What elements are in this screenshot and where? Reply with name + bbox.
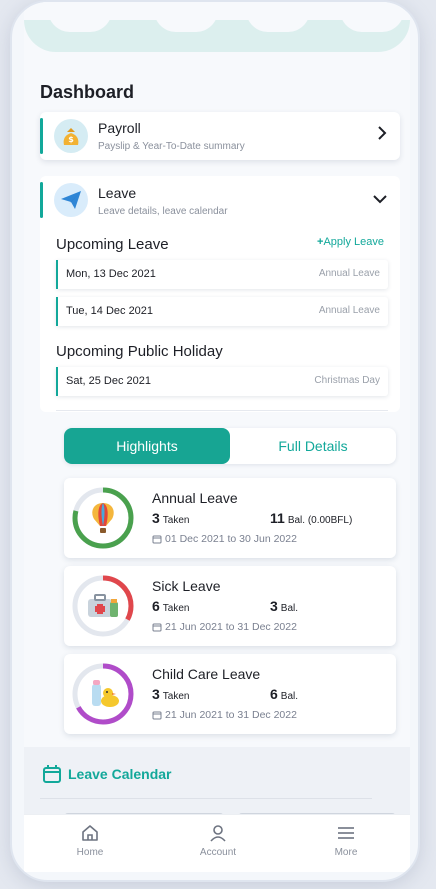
status-area: [24, 2, 410, 52]
leave-type-name: Child Care Leave: [152, 666, 261, 682]
nav-account[interactable]: Account: [178, 823, 258, 858]
leave-type: Annual Leave: [318, 305, 380, 316]
nav-home[interactable]: Home: [50, 823, 130, 858]
chevron-down-icon[interactable]: [372, 192, 388, 210]
upcoming-leave-title: Upcoming Leave: [56, 236, 169, 253]
upcoming-holiday-title: Upcoming Public Holiday: [56, 343, 223, 360]
tab-full-details[interactable]: Full Details: [230, 428, 396, 464]
tab-highlights[interactable]: Highlights: [64, 428, 230, 464]
leave-type: Annual Leave: [318, 268, 380, 279]
taken-count: 3: [152, 510, 160, 526]
row-accent: [56, 297, 58, 326]
balance-count: 11: [270, 510, 285, 526]
leave-type-name: Annual Leave: [152, 490, 238, 506]
leave-taken: 3 Taken: [152, 686, 189, 702]
leave-balance: 6 Bal.: [270, 686, 298, 702]
home-icon: [82, 825, 98, 841]
leave-period: 21 Jun 2021 to 31 Dec 2022: [152, 621, 297, 633]
calendar-icon: [42, 764, 62, 789]
leave-balance: 11 Bal. (0.00BFL): [270, 510, 352, 526]
divider: [40, 798, 372, 799]
calendar-small-icon: [152, 711, 162, 720]
list-item[interactable]: Sat, 25 Dec 2021 Christmas Day: [56, 367, 388, 396]
nav-home-label: Home: [76, 847, 104, 858]
nav-account-label: Account: [199, 847, 237, 858]
phone-frame: Dashboard $ Payroll Payslip & Year-To-Da…: [10, 0, 420, 882]
baby-bottle-duck-icon: [83, 674, 123, 719]
taken-label: Taken: [162, 691, 190, 702]
leave-card: Leave Leave details, leave calendar Upco…: [40, 176, 400, 412]
holiday-date: Sat, 25 Dec 2021: [66, 375, 152, 387]
taken-count: 6: [152, 598, 160, 614]
balance-label: Bal.: [280, 603, 299, 614]
menu-icon: [338, 827, 354, 839]
list-item[interactable]: Tue, 14 Dec 2021 Annual Leave: [56, 297, 388, 326]
list-item[interactable]: Mon, 13 Dec 2021 Annual Leave: [56, 260, 388, 289]
balance-label: Bal. (0.00BFL): [287, 515, 353, 526]
money-bag-icon: $: [54, 119, 88, 153]
screen: Dashboard $ Payroll Payslip & Year-To-Da…: [24, 2, 410, 872]
leave-highlight-card[interactable]: Child Care Leave 3 Taken 6 Bal. 21 Jun 2021 t…: [64, 654, 396, 734]
hot-air-balloon-icon: [83, 498, 123, 543]
bottom-nav: Home Account More: [24, 814, 410, 872]
leave-balance: 3 Bal.: [270, 598, 298, 614]
calendar-small-icon: [152, 623, 162, 632]
balance-count: 3: [270, 598, 278, 614]
balance-label: Bal.: [280, 691, 299, 702]
apply-leave-label: Apply Leave: [323, 236, 384, 248]
row-accent: [56, 260, 58, 289]
period-text: 01 Dec 2021 to 30 Jun 2022: [165, 533, 297, 545]
leave-subtitle: Leave details, leave calendar: [98, 206, 228, 217]
payroll-subtitle: Payslip & Year-To-Date summary: [98, 141, 245, 152]
holiday-name: Christmas Day: [314, 375, 380, 386]
leave-date: Tue, 14 Dec 2021: [66, 305, 154, 317]
nav-more-label: More: [334, 847, 358, 858]
balance-count: 6: [270, 686, 278, 702]
payroll-card[interactable]: $ Payroll Payslip & Year-To-Date summary: [40, 112, 400, 160]
leave-period: 01 Dec 2021 to 30 Jun 2022: [152, 533, 297, 545]
leave-taken: 6 Taken: [152, 598, 189, 614]
leave-period: 21 Jun 2021 to 31 Dec 2022: [152, 709, 297, 721]
first-aid-kit-icon: [83, 586, 123, 631]
highlight-tabs: Highlights Full Details: [64, 428, 396, 464]
payroll-title: Payroll: [98, 120, 141, 136]
period-text: 21 Jun 2021 to 31 Dec 2022: [165, 621, 297, 633]
leave-highlight-card[interactable]: Annual Leave 3 Taken 11 Bal. (0.00BFL) 01 Dec…: [64, 478, 396, 558]
svg-text:$: $: [68, 135, 74, 144]
taken-count: 3: [152, 686, 160, 702]
paper-plane-icon: [54, 183, 88, 217]
leave-taken: 3 Taken: [152, 510, 189, 526]
row-accent: [56, 367, 58, 396]
nav-more[interactable]: More: [306, 823, 386, 858]
leave-type-name: Sick Leave: [152, 578, 221, 594]
leave-highlight-card[interactable]: Sick Leave 6 Taken 3 Bal. 21 Jun 2021 to 31 D…: [64, 566, 396, 646]
page-title: Dashboard: [40, 82, 135, 102]
card-accent: [40, 118, 43, 154]
calendar-small-icon: [152, 535, 162, 544]
leave-title: Leave: [98, 185, 137, 201]
account-icon: [210, 825, 226, 842]
apply-leave-link[interactable]: +Apply Leave: [317, 236, 384, 248]
leave-date: Mon, 13 Dec 2021: [66, 268, 156, 280]
divider: [56, 410, 388, 411]
card-accent: [40, 182, 43, 218]
taken-label: Taken: [162, 515, 190, 526]
leave-calendar-title: Leave Calendar: [68, 766, 172, 782]
chevron-right-icon[interactable]: [376, 125, 388, 146]
taken-label: Taken: [162, 603, 190, 614]
period-text: 21 Jun 2021 to 31 Dec 2022: [165, 709, 297, 721]
